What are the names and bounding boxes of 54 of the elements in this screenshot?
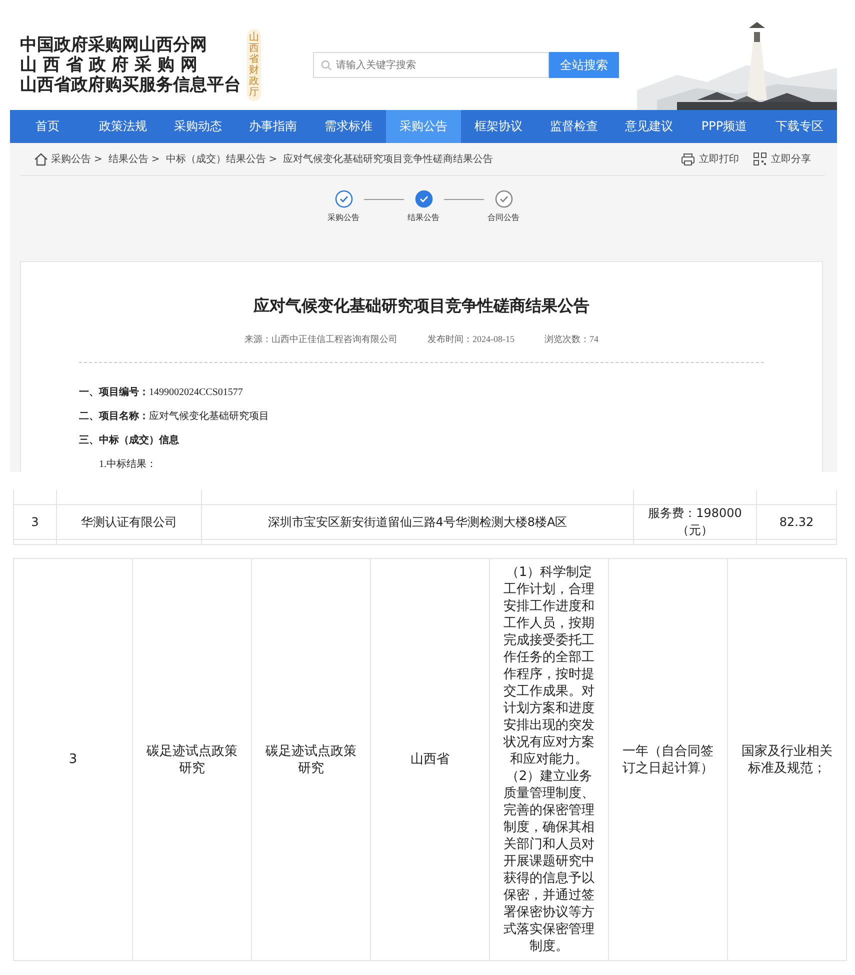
nav-item[interactable]: 政策法规: [85, 110, 160, 143]
home-icon: [34, 152, 48, 166]
action-link[interactable]: 立即打印: [681, 152, 739, 166]
step-label: 合同公告: [488, 212, 520, 223]
table-cell-text: （1）科学制定工作计划，合理安排工作进度和工作人员，按期完成接受委托工作任务的全部工作程序，按时提交工作成果。对计划方案和进度安排出现的突发状况有应对方案和应对能力。: [502, 564, 596, 768]
nav-item[interactable]: 首页: [10, 110, 86, 143]
table-cell: 82.32: [756, 504, 836, 540]
table-cell-text: 国家及行业相关标准及规范；: [740, 742, 834, 776]
table-cell: 深圳市宝安区新安街道留仙三路4号华测检测大楼8楼A区: [202, 504, 634, 540]
breadcrumb-separator: >: [268, 154, 278, 164]
breadcrumb-link[interactable]: 中标（成交）结果公告: [166, 152, 266, 166]
nav-item[interactable]: 监督检查: [536, 110, 612, 143]
seal-badge: 山西省财政厅: [247, 29, 261, 101]
table-cell: 服务费：198000（元）: [634, 504, 756, 540]
action-link[interactable]: 立即分享: [753, 152, 811, 166]
site-title: 山西省政府购买服务信息平台: [20, 75, 241, 95]
breadcrumb-link[interactable]: 结果公告: [108, 152, 148, 166]
step-label: 结果公告: [408, 212, 440, 223]
breadcrumb-link[interactable]: 采购公告: [51, 152, 91, 166]
table-cell-text: （2）建立业务质量管理制度、完善的保密管理制度，确保其相关部门和人员对开展课题研究中获得的信息予以保密，并通过签署保密协议等方式落实保密管理制度。: [502, 768, 596, 955]
site-title: 山 西 省 政 府 采 购 网: [20, 55, 198, 75]
table-cell-text: 3: [68, 751, 78, 768]
search-field[interactable]: 请输入关键字搜索: [313, 52, 549, 78]
info-line: 一、项目编号：1499002024CCS01577: [79, 386, 244, 400]
nav-item[interactable]: 办事指南: [236, 110, 311, 143]
table-cell-text: 碳足迹试点政策研究: [264, 742, 358, 776]
article-title: 应对气候变化基础研究项目竞争性磋商结果公告: [252, 296, 590, 317]
printer-icon: [681, 152, 695, 166]
search-button[interactable]: 全站搜索: [549, 52, 619, 78]
table-cell-text: 碳足迹试点政策研究: [146, 742, 238, 776]
info-line: 三、中标（成交）信息: [79, 433, 180, 448]
nav-item[interactable]: 采购公告: [386, 110, 462, 143]
nav-item[interactable]: 框架协议: [461, 110, 536, 143]
breadcrumb-separator: >: [94, 154, 102, 164]
table-cell: 华测认证有限公司: [56, 504, 202, 540]
search-icon: [321, 60, 332, 71]
nav-item[interactable]: 采购动态: [160, 110, 236, 143]
article-meta: 发布时间：2024-08-15: [428, 333, 514, 346]
breadcrumb-link[interactable]: 应对气候变化基础研究项目竞争性磋商结果公告: [283, 152, 494, 166]
site-title: 中国政府采购网山西分网: [20, 35, 208, 55]
step-label: 采购公告: [328, 212, 360, 223]
sub-heading: 1.中标结果：: [98, 458, 158, 471]
nav-item[interactable]: PPP频道: [686, 110, 762, 143]
table-cell: 3: [14, 504, 56, 540]
nav-item[interactable]: 需求标准: [310, 110, 386, 143]
article-meta: 来源：山西中正佳信工程咨询有限公司: [244, 334, 398, 346]
article-meta: 浏览次数：74: [544, 333, 598, 346]
breadcrumb-separator: >: [151, 154, 160, 164]
table-cell-text: 一年（自合同签订之日起计算）: [622, 742, 714, 776]
info-line: 二、项目名称：应对气候变化基础研究项目: [79, 410, 270, 424]
table-cell-text: 山西省: [410, 751, 450, 768]
nav-item[interactable]: 意见建议: [612, 110, 687, 143]
nav-item[interactable]: 下载专区: [762, 110, 838, 143]
qr-code-icon: [753, 152, 767, 166]
